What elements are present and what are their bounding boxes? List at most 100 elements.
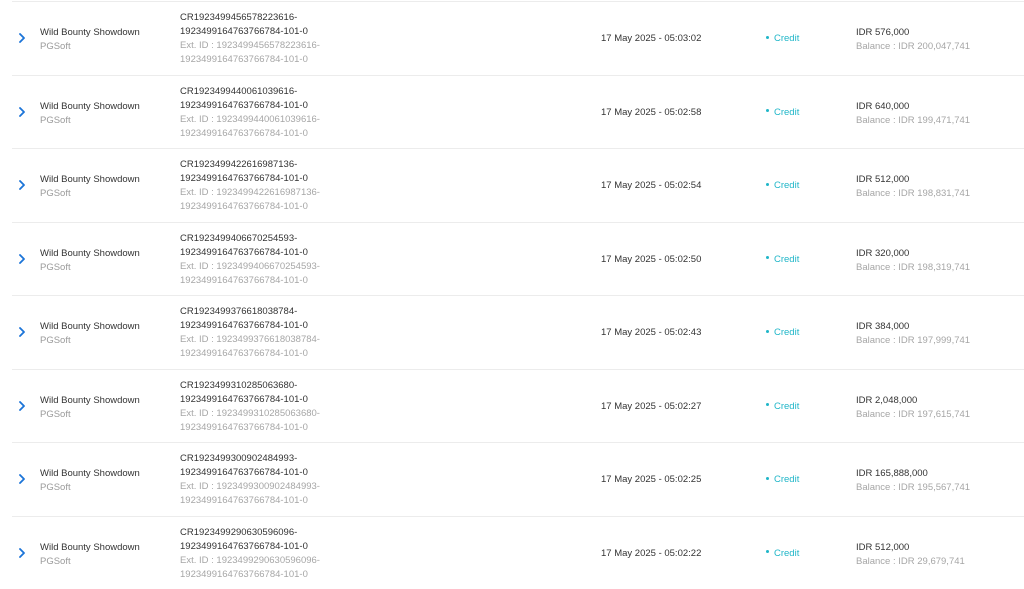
game-cell: Wild Bounty Showdown PGSoft <box>40 541 140 569</box>
external-id-line1: Ext. ID : 1923499310285063680- <box>180 407 380 421</box>
game-name: Wild Bounty Showdown <box>40 467 140 481</box>
amount-cell: IDR 512,000 Balance : IDR 29,679,741 <box>856 541 965 569</box>
provider-name: PGSoft <box>40 555 140 569</box>
transaction-datetime: 17 May 2025 - 05:02:54 <box>601 180 701 191</box>
status-dot-icon <box>766 477 769 480</box>
transaction-type: Credit <box>766 107 799 118</box>
external-id-line2: 1923499164763766784-101-0 <box>180 200 380 214</box>
chevron-right-icon[interactable] <box>18 180 26 190</box>
transaction-id-cell: CR1923499300902484993- 19234991647637667… <box>180 452 380 508</box>
table-row[interactable]: Wild Bounty Showdown PGSoft CR1923499376… <box>12 295 1024 369</box>
provider-name: PGSoft <box>40 114 140 128</box>
table-row[interactable]: Wild Bounty Showdown PGSoft CR1923499422… <box>12 148 1024 222</box>
transaction-datetime: 17 May 2025 - 05:02:27 <box>601 401 701 412</box>
transaction-id-line2: 1923499164763766784-101-0 <box>180 25 380 39</box>
chevron-right-icon[interactable] <box>18 107 26 117</box>
transaction-type: Credit <box>766 254 799 265</box>
transaction-type-label: Credit <box>774 33 799 44</box>
transaction-amount: IDR 384,000 <box>856 320 970 334</box>
transaction-type: Credit <box>766 327 799 338</box>
external-id-line1: Ext. ID : 1923499406670254593- <box>180 260 380 274</box>
external-id-line1: Ext. ID : 1923499290630596096- <box>180 554 380 568</box>
transaction-id-line1: CR1923499456578223616- <box>180 11 380 25</box>
transaction-id-line1: CR1923499310285063680- <box>180 379 380 393</box>
transaction-type: Credit <box>766 474 799 485</box>
game-name: Wild Bounty Showdown <box>40 247 140 261</box>
table-row[interactable]: Wild Bounty Showdown PGSoft CR1923499290… <box>12 516 1024 589</box>
transaction-id-cell: CR1923499310285063680- 19234991647637667… <box>180 379 380 435</box>
external-id-line2: 1923499164763766784-101-0 <box>180 127 380 141</box>
game-name: Wild Bounty Showdown <box>40 100 140 114</box>
transaction-id-line1: CR1923499440061039616- <box>180 85 380 99</box>
transaction-amount: IDR 320,000 <box>856 247 970 261</box>
transaction-type: Credit <box>766 401 799 412</box>
provider-name: PGSoft <box>40 481 140 495</box>
amount-cell: IDR 512,000 Balance : IDR 198,831,741 <box>856 173 970 201</box>
transaction-datetime: 17 May 2025 - 05:02:50 <box>601 254 701 265</box>
transaction-id-line1: CR1923499376618038784- <box>180 305 380 319</box>
transaction-id-line1: CR1923499300902484993- <box>180 452 380 466</box>
external-id-line1: Ext. ID : 1923499440061039616- <box>180 113 380 127</box>
transaction-list: Wild Bounty Showdown PGSoft CR1923499456… <box>12 1 1024 589</box>
game-cell: Wild Bounty Showdown PGSoft <box>40 100 140 128</box>
status-dot-icon <box>766 330 769 333</box>
transaction-type-label: Credit <box>774 327 799 338</box>
status-dot-icon <box>766 36 769 39</box>
amount-cell: IDR 320,000 Balance : IDR 198,319,741 <box>856 247 970 275</box>
table-row[interactable]: Wild Bounty Showdown PGSoft CR1923499440… <box>12 75 1024 149</box>
transaction-datetime: 17 May 2025 - 05:02:43 <box>601 327 701 338</box>
transaction-type-label: Credit <box>774 180 799 191</box>
game-name: Wild Bounty Showdown <box>40 394 140 408</box>
external-id-line2: 1923499164763766784-101-0 <box>180 494 380 508</box>
transaction-type-label: Credit <box>774 474 799 485</box>
game-cell: Wild Bounty Showdown PGSoft <box>40 26 140 54</box>
table-row[interactable]: Wild Bounty Showdown PGSoft CR1923499310… <box>12 369 1024 443</box>
balance-after: Balance : IDR 199,471,741 <box>856 114 970 128</box>
provider-name: PGSoft <box>40 261 140 275</box>
amount-cell: IDR 640,000 Balance : IDR 199,471,741 <box>856 100 970 128</box>
chevron-right-icon[interactable] <box>18 401 26 411</box>
balance-after: Balance : IDR 197,999,741 <box>856 334 970 348</box>
chevron-right-icon[interactable] <box>18 548 26 558</box>
balance-after: Balance : IDR 198,319,741 <box>856 261 970 275</box>
external-id-line2: 1923499164763766784-101-0 <box>180 53 380 67</box>
transaction-type-label: Credit <box>774 254 799 265</box>
transaction-id-line2: 1923499164763766784-101-0 <box>180 540 380 554</box>
transaction-amount: IDR 512,000 <box>856 173 970 187</box>
external-id-line1: Ext. ID : 1923499376618038784- <box>180 333 380 347</box>
game-name: Wild Bounty Showdown <box>40 26 140 40</box>
transaction-id-line2: 1923499164763766784-101-0 <box>180 466 380 480</box>
transaction-type-label: Credit <box>774 401 799 412</box>
external-id-line1: Ext. ID : 1923499456578223616- <box>180 39 380 53</box>
transaction-datetime: 17 May 2025 - 05:02:58 <box>601 107 701 118</box>
game-cell: Wild Bounty Showdown PGSoft <box>40 247 140 275</box>
transaction-amount: IDR 512,000 <box>856 541 965 555</box>
chevron-right-icon[interactable] <box>18 474 26 484</box>
chevron-right-icon[interactable] <box>18 327 26 337</box>
transaction-id-cell: CR1923499290630596096- 19234991647637667… <box>180 526 380 582</box>
transaction-datetime: 17 May 2025 - 05:02:25 <box>601 474 701 485</box>
chevron-right-icon[interactable] <box>18 254 26 264</box>
game-cell: Wild Bounty Showdown PGSoft <box>40 320 140 348</box>
transaction-amount: IDR 576,000 <box>856 26 970 40</box>
balance-after: Balance : IDR 200,047,741 <box>856 40 970 54</box>
status-dot-icon <box>766 109 769 112</box>
transaction-id-line1: CR1923499290630596096- <box>180 526 380 540</box>
chevron-right-icon[interactable] <box>18 33 26 43</box>
amount-cell: IDR 384,000 Balance : IDR 197,999,741 <box>856 320 970 348</box>
game-cell: Wild Bounty Showdown PGSoft <box>40 394 140 422</box>
transaction-id-cell: CR1923499422616987136- 19234991647637667… <box>180 158 380 214</box>
transaction-type: Credit <box>766 33 799 44</box>
transaction-id-cell: CR1923499440061039616- 19234991647637667… <box>180 85 380 141</box>
amount-cell: IDR 576,000 Balance : IDR 200,047,741 <box>856 26 970 54</box>
game-name: Wild Bounty Showdown <box>40 541 140 555</box>
transaction-id-cell: CR1923499456578223616- 19234991647637667… <box>180 11 380 67</box>
table-row[interactable]: Wild Bounty Showdown PGSoft CR1923499456… <box>12 1 1024 75</box>
transaction-id-cell: CR1923499376618038784- 19234991647637667… <box>180 305 380 361</box>
status-dot-icon <box>766 183 769 186</box>
transaction-type-label: Credit <box>774 548 799 559</box>
transaction-id-line2: 1923499164763766784-101-0 <box>180 393 380 407</box>
table-row[interactable]: Wild Bounty Showdown PGSoft CR1923499300… <box>12 442 1024 516</box>
status-dot-icon <box>766 550 769 553</box>
table-row[interactable]: Wild Bounty Showdown PGSoft CR1923499406… <box>12 222 1024 296</box>
